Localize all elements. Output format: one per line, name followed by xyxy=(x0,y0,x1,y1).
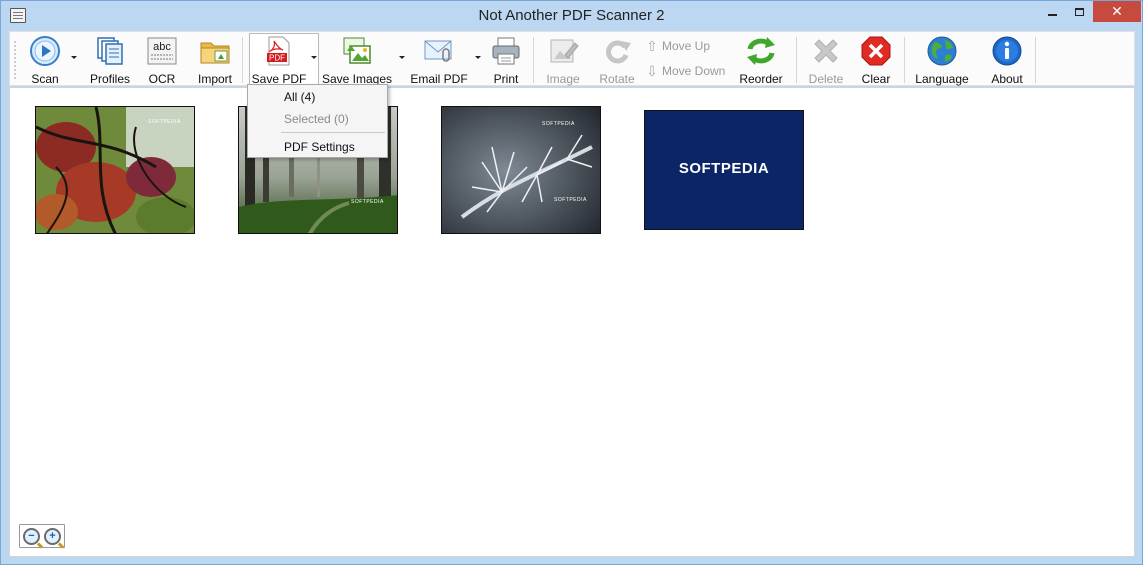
delete-label: Delete xyxy=(808,72,844,86)
clear-icon xyxy=(860,35,892,67)
about-button[interactable]: About xyxy=(987,32,1027,86)
save-pdf-button[interactable]: PDF Save PDF xyxy=(251,32,307,86)
main-toolbar: Scan Profiles abc OCR Import PDF Save PD… xyxy=(9,31,1135,86)
watermark: SOFTPEDIA xyxy=(542,121,575,127)
toolbar-separator xyxy=(904,37,905,83)
clear-button[interactable]: Clear xyxy=(856,32,896,86)
images-icon xyxy=(341,35,373,67)
watermark: SOFTPEDIA xyxy=(351,199,384,205)
toolbar-separator xyxy=(1035,37,1036,83)
pdf-icon: PDF xyxy=(263,35,295,67)
rotate-button[interactable]: Rotate xyxy=(595,32,639,86)
globe-icon xyxy=(926,35,958,67)
scan-button[interactable]: Scan xyxy=(24,32,66,86)
maximize-button[interactable] xyxy=(1066,1,1093,22)
close-button[interactable]: ✕ xyxy=(1093,1,1141,22)
toolbar-separator xyxy=(242,37,243,83)
frost-branch-image xyxy=(442,107,600,233)
autumn-leaves-image xyxy=(36,107,194,233)
toolbar-grip[interactable] xyxy=(14,40,16,80)
save-images-dropdown-arrow[interactable] xyxy=(399,56,405,59)
zoom-out-button[interactable]: − xyxy=(23,528,40,545)
folder-icon xyxy=(199,35,231,67)
arrow-down-icon: ⇩ xyxy=(646,62,658,79)
page-thumbnail[interactable]: SOFTPEDIA SOFTPEDIA xyxy=(441,106,601,234)
arrow-up-icon: ⇧ xyxy=(646,37,658,54)
save-pdf-dropdown-arrow[interactable] xyxy=(311,56,317,59)
page-thumbnail[interactable]: SOFTPEDIA xyxy=(644,110,804,230)
save-pdf-menu: All (4) Selected (0) PDF Settings xyxy=(247,84,388,158)
print-label: Print xyxy=(493,72,519,86)
menu-item-all[interactable]: All (4) xyxy=(284,90,315,104)
move-up-label: Move Up xyxy=(662,39,711,53)
toolbar-separator xyxy=(796,37,797,83)
reorder-label: Reorder xyxy=(739,72,783,86)
email-pdf-label: Email PDF xyxy=(410,72,468,86)
rotate-icon xyxy=(601,35,633,67)
email-icon xyxy=(423,35,455,67)
maximize-icon xyxy=(1075,7,1084,16)
menu-separator xyxy=(281,132,385,133)
menu-item-pdf-settings[interactable]: PDF Settings xyxy=(284,140,355,154)
language-button[interactable]: Language xyxy=(912,32,972,86)
softpedia-logo-text: SOFTPEDIA xyxy=(678,159,770,177)
play-icon xyxy=(29,35,61,67)
image-button[interactable]: Image xyxy=(541,32,585,86)
delete-button[interactable]: Delete xyxy=(804,32,848,86)
minimize-button[interactable] xyxy=(1039,1,1066,22)
page-thumbnail[interactable]: SOFTPEDIA xyxy=(35,106,195,234)
title-bar[interactable]: Not Another PDF Scanner 2 ✕ xyxy=(1,1,1142,31)
menu-item-selected[interactable]: Selected (0) xyxy=(284,112,349,126)
move-up-button[interactable]: ⇧ Move Up xyxy=(646,37,710,55)
move-down-label: Move Down xyxy=(662,64,726,78)
profiles-label: Profiles xyxy=(89,72,130,86)
minimize-icon xyxy=(1048,13,1057,16)
email-pdf-button[interactable]: Email PDF xyxy=(409,32,469,86)
svg-text:abc: abc xyxy=(153,41,171,53)
printer-icon xyxy=(490,35,522,67)
info-icon xyxy=(991,35,1023,67)
rotate-label: Rotate xyxy=(599,72,635,86)
zoom-controls: − + xyxy=(19,524,65,548)
window-title: Not Another PDF Scanner 2 xyxy=(478,7,665,24)
scan-label: Scan xyxy=(31,72,59,86)
image-edit-icon xyxy=(547,35,579,67)
image-label: Image xyxy=(546,72,580,86)
profiles-icon xyxy=(94,35,126,67)
toolbar-separator xyxy=(533,37,534,83)
save-images-button[interactable]: Save Images xyxy=(322,32,392,86)
ocr-button[interactable]: abc OCR xyxy=(143,32,181,86)
about-label: About xyxy=(991,72,1023,86)
delete-x-icon xyxy=(810,35,842,67)
import-label: Import xyxy=(197,72,232,86)
profiles-button[interactable]: Profiles xyxy=(88,32,132,86)
svg-text:PDF: PDF xyxy=(269,54,285,63)
email-pdf-dropdown-arrow[interactable] xyxy=(475,56,481,59)
clear-label: Clear xyxy=(861,72,891,86)
watermark: SOFTPEDIA xyxy=(554,197,587,203)
reorder-button[interactable]: Reorder xyxy=(737,32,785,86)
language-label: Language xyxy=(915,72,969,86)
ocr-icon: abc xyxy=(146,35,178,67)
print-button[interactable]: Print xyxy=(488,32,524,86)
import-button[interactable]: Import xyxy=(193,32,237,86)
watermark: SOFTPEDIA xyxy=(148,119,181,125)
app-window: Not Another PDF Scanner 2 ✕ Scan Profile… xyxy=(0,0,1143,565)
page-thumbnails-area[interactable]: SOFTPEDIA SOFTPEDIA SOFTPEDIA SOFTPEDIA … xyxy=(9,87,1135,557)
ocr-label: OCR xyxy=(148,72,176,86)
scan-dropdown-arrow[interactable] xyxy=(71,56,77,59)
move-down-button[interactable]: ⇩ Move Down xyxy=(646,62,725,80)
reorder-icon xyxy=(745,35,777,67)
zoom-in-button[interactable]: + xyxy=(44,528,61,545)
